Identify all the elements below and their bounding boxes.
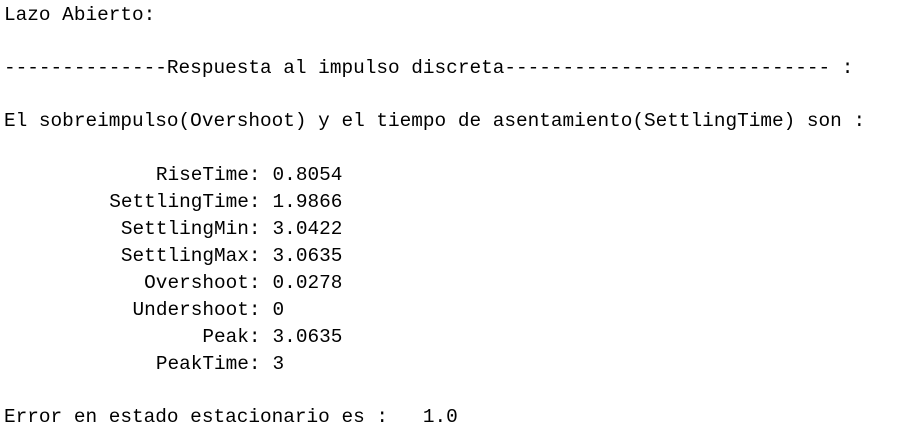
- metric-peak: Peak: 3.0635: [4, 297, 342, 348]
- metric-settling-max: SettlingMax: 3.0635: [4, 216, 342, 267]
- metric-settling-min: SettlingMin: 3.0422: [4, 189, 342, 240]
- console-output: Lazo Abierto: --------------Respuesta al…: [4, 0, 904, 430]
- metric-settling-time: SettlingTime: 1.9866: [4, 162, 342, 213]
- console-heading: Lazo Abierto:: [4, 4, 156, 26]
- section-header: --------------Respuesta al impulso discr…: [4, 57, 854, 79]
- intro-text: El sobreimpulso(Overshoot) y el tiempo d…: [4, 110, 866, 132]
- steady-state-error-line: Error en estado estacionario es : 1.0: [4, 406, 458, 428]
- metric-label: PeakTime:: [155, 353, 261, 375]
- metric-value: 3: [272, 353, 285, 375]
- metric-overshoot: Overshoot: 0.0278: [4, 243, 342, 294]
- metric-rise-time: RiseTime: 0.8054: [4, 135, 343, 186]
- metric-undershoot: Undershoot: 0: [4, 270, 285, 321]
- metric-peak-time: PeakTime: 3: [4, 324, 284, 375]
